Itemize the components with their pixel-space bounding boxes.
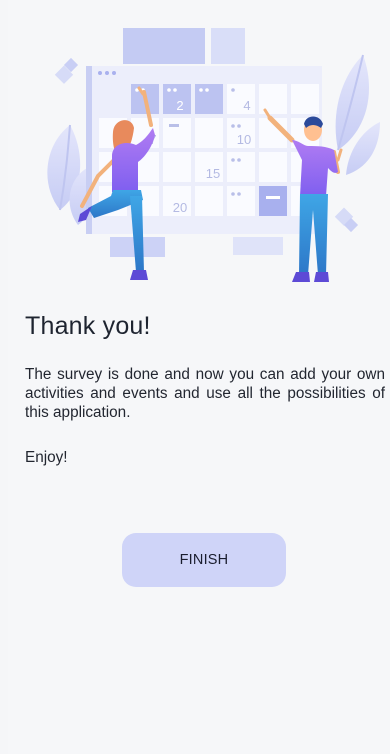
calendar-number: 15 [206,166,220,181]
deco-block [123,28,205,64]
calendar-number: 20 [173,200,187,215]
page-title: Thank you! [25,312,151,340]
calendar-number: 10 [237,132,251,147]
calendar-number: 4 [243,98,250,113]
celebration-illustration: 2 4 7 10 15 20 [47,28,380,282]
finish-button[interactable]: FINISH [122,533,286,587]
deco-block [211,28,245,64]
completion-message: The survey is done and now you can add y… [25,366,385,421]
deco-block [233,237,283,255]
calendar-number: 2 [176,98,183,113]
enjoy-text: Enjoy! [25,449,68,466]
survey-complete-screen: 2 4 7 10 15 20 [8,0,390,754]
